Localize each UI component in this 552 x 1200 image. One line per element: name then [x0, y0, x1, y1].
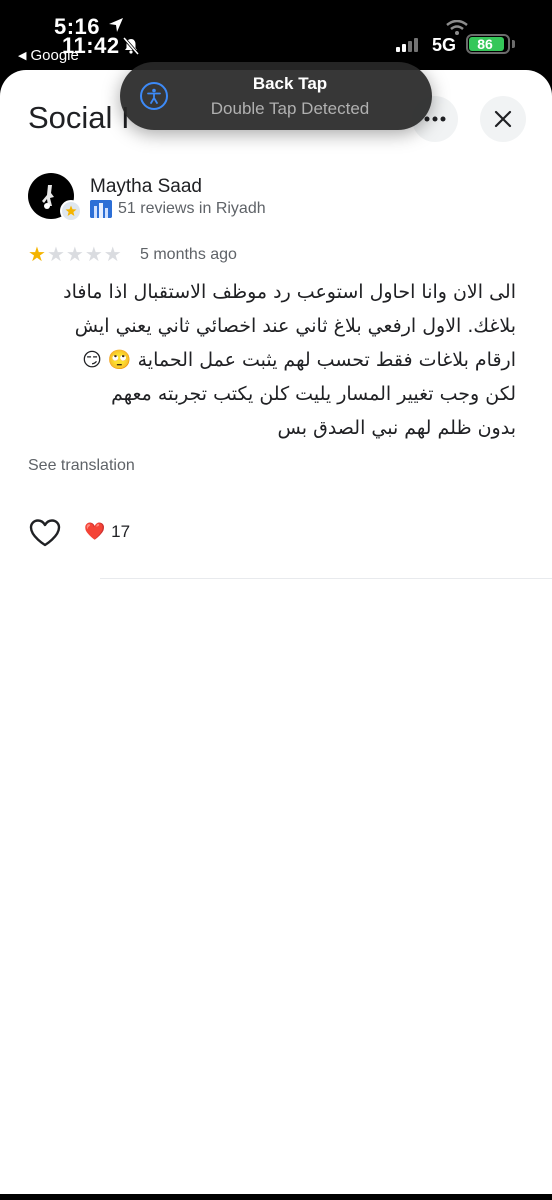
bottom-bar — [0, 1194, 552, 1200]
battery-cap — [512, 40, 515, 48]
see-translation-link[interactable]: See translation — [28, 457, 135, 475]
back-to-app-link[interactable]: ◀ Google — [18, 47, 79, 64]
review-text-line: لكن وجب تغيير المسار يليت كلن يكتب تجربت… — [111, 383, 516, 405]
back-triangle-icon: ◀ — [18, 50, 27, 62]
reaction-heart-emoji: ❤️ — [84, 522, 106, 541]
divider — [100, 578, 552, 579]
review-text-line: بدون ظلم لهم نبي الصدق بس — [277, 417, 516, 439]
star-empty-icon: ★ — [84, 244, 103, 266]
toast-title: Back Tap — [252, 74, 328, 93]
cellular-signal-icon — [396, 38, 418, 52]
wifi-icon — [446, 20, 468, 35]
local-guide-badge-icon — [60, 200, 82, 222]
sheet-title: Social I — [28, 100, 130, 135]
review-text-line: الى الان وانا احاول استوعب رد موظف الاست… — [63, 281, 516, 303]
network-type: 5G — [432, 35, 457, 55]
reviewer-name[interactable]: Maytha Saad — [90, 176, 202, 198]
reviewer-meta: 51 reviews in Riyadh — [90, 200, 266, 218]
status-bar: 5:16 11:42 ◀ Google 5G 86 — [0, 0, 552, 70]
reaction-summary[interactable]: ❤️ 17 — [84, 522, 130, 542]
back-app-label: Google — [30, 47, 79, 64]
city-buildings-icon — [90, 200, 112, 218]
review-date: 5 months ago — [140, 246, 237, 263]
battery-icon: 86 — [466, 34, 510, 54]
reaction-count: 17 — [111, 522, 131, 541]
like-heart-icon[interactable] — [28, 518, 62, 548]
close-button[interactable] — [480, 96, 526, 142]
silent-bell-icon — [122, 37, 140, 55]
review-sheet: Social I Maytha Saad 51 reviews in Riyad… — [0, 70, 552, 1200]
star-filled-icon: ★ — [28, 244, 46, 266]
battery-percent: 86 — [477, 36, 493, 52]
close-icon — [494, 110, 512, 128]
review-text: الى الان وانا احاول استوعب رد موظف الاست… — [28, 275, 516, 445]
toast-subtitle: Double Tap Detected — [210, 99, 370, 118]
star-empty-icon: ★ — [65, 244, 84, 266]
location-arrow-icon — [109, 18, 123, 32]
reviewer-review-count: 51 reviews in Riyadh — [118, 200, 266, 217]
review-text-line: بلاغك. الاول ارفعي بلاغ ثاني عند اخصائي … — [74, 315, 516, 337]
review-text-line: ارقام بلاغات فقط تحسب لهم يثبت عمل الحما… — [82, 349, 516, 371]
star-empty-icon: ★ — [103, 244, 122, 266]
star-rating: ★ ★ ★ ★ ★ — [28, 245, 122, 265]
star-empty-icon: ★ — [46, 244, 65, 266]
back-tap-toast: Back Tap Double Tap Detected — [120, 62, 432, 130]
